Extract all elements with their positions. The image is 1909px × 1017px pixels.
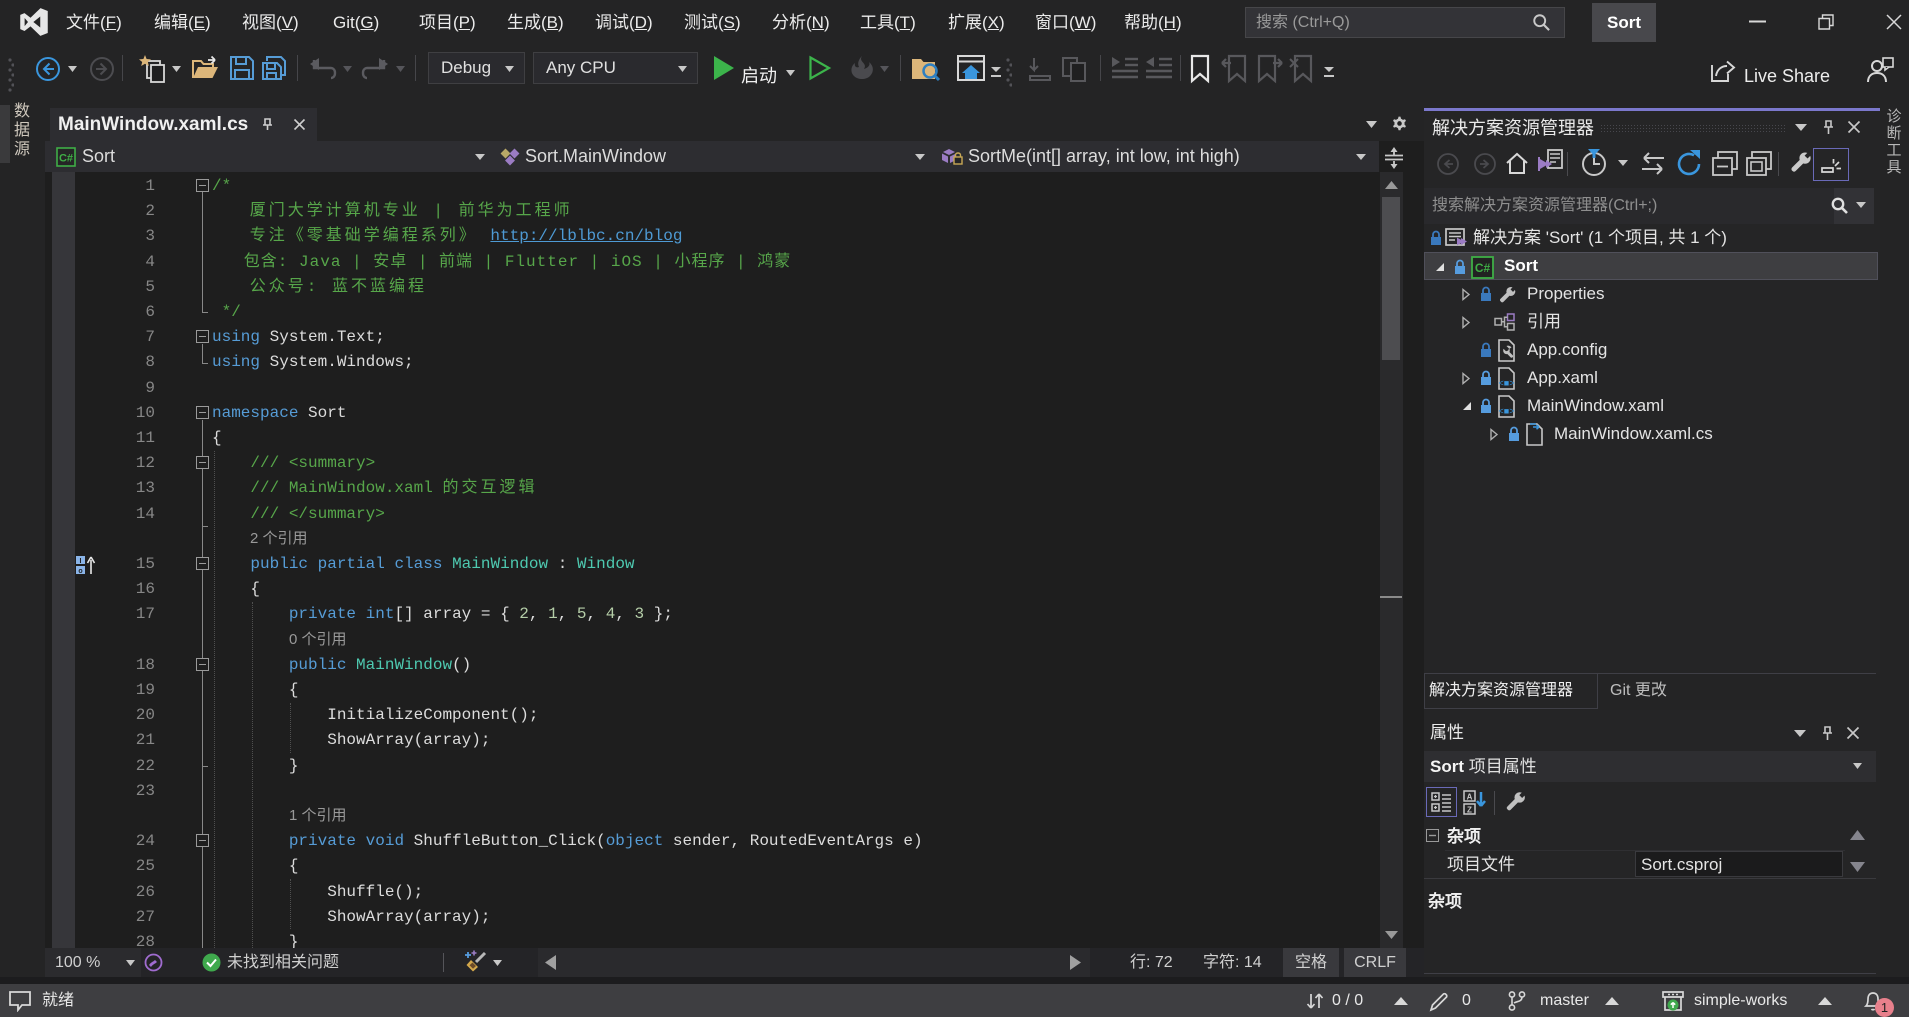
svg-text:C#: C#: [1475, 261, 1491, 275]
svg-text:<■>: <■>: [1499, 406, 1515, 416]
svg-text:I: I: [80, 558, 82, 565]
svg-text:A: A: [1467, 793, 1473, 802]
svg-text:C#: C#: [59, 153, 73, 165]
svg-text:o: o: [78, 568, 82, 575]
svg-text:Z: Z: [1467, 806, 1472, 815]
svg-text:<■>: <■>: [1499, 378, 1515, 388]
